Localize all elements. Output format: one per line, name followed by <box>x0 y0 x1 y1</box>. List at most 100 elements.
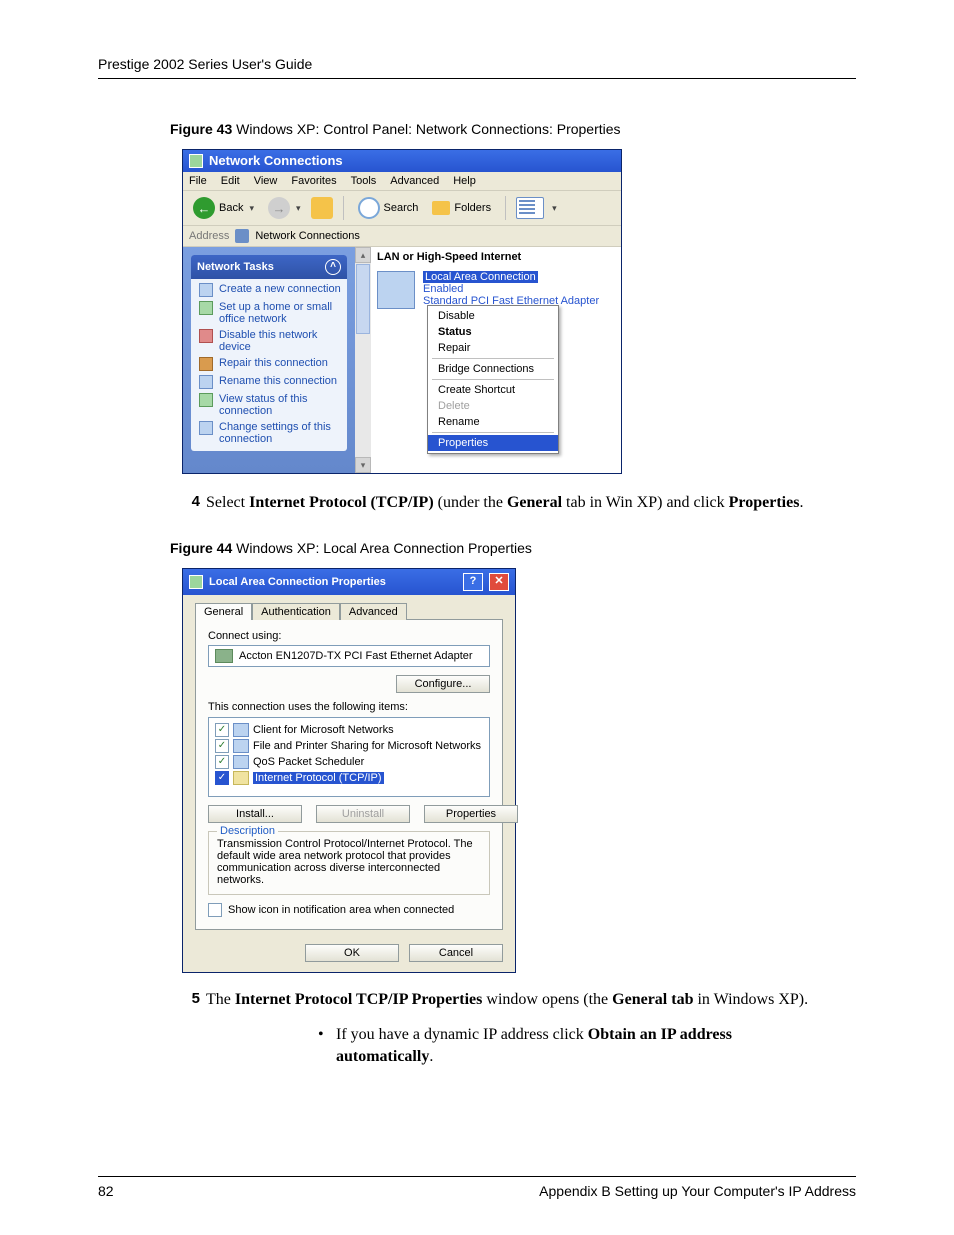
tab-authentication[interactable]: Authentication <box>252 603 340 620</box>
tab-advanced[interactable]: Advanced <box>340 603 407 620</box>
menu-item-shortcut[interactable]: Create Shortcut <box>428 382 558 398</box>
general-tab-panel: Connect using: Accton EN1207D-TX PCI Fas… <box>195 619 503 930</box>
connection-icon <box>189 575 203 589</box>
running-header: Prestige 2002 Series User's Guide <box>98 56 856 79</box>
network-connections-icon <box>189 154 203 168</box>
address-label: Address <box>189 230 229 242</box>
window-titlebar[interactable]: Network Connections <box>183 150 621 172</box>
step-5: 5 The Internet Protocol TCP/IP Propertie… <box>178 989 818 1011</box>
item-label: Client for Microsoft Networks <box>253 724 394 736</box>
checkbox-icon[interactable]: ✓ <box>215 755 229 769</box>
network-tasks-header[interactable]: Network Tasks ˄ <box>191 255 347 279</box>
menu-view[interactable]: View <box>254 175 278 187</box>
task-label: Change settings of this connection <box>219 421 341 445</box>
menu-item-properties[interactable]: Properties <box>428 435 558 451</box>
step-text: Select Internet Protocol (TCP/IP) (under… <box>206 492 803 514</box>
notify-label: Show icon in notification area when conn… <box>228 904 454 916</box>
notify-checkbox[interactable]: ✓ <box>208 903 222 917</box>
uses-items-label: This connection uses the following items… <box>208 701 490 713</box>
tab-strip: General Authentication Advanced <box>195 603 503 620</box>
description-text: Transmission Control Protocol/Internet P… <box>217 838 481 886</box>
properties-button[interactable]: Properties <box>424 805 518 823</box>
address-bar: Address Network Connections <box>183 226 621 247</box>
help-button[interactable]: ? <box>463 573 483 591</box>
context-menu: Disable Status Repair Bridge Connections… <box>427 305 559 454</box>
forward-dropdown-icon[interactable]: ▾ <box>296 203 301 214</box>
menu-edit[interactable]: Edit <box>221 175 240 187</box>
items-listbox[interactable]: ✓ Client for Microsoft Networks ✓ File a… <box>208 717 490 797</box>
menu-item-repair[interactable]: Repair <box>428 340 558 356</box>
views-dropdown-icon[interactable]: ▾ <box>552 203 557 214</box>
page-number: 82 <box>98 1183 114 1199</box>
menubar: File Edit View Favorites Tools Advanced … <box>183 172 621 191</box>
task-disable-device[interactable]: Disable this network device <box>191 325 347 353</box>
scroll-track[interactable] <box>355 335 371 457</box>
step-4: 4 Select Internet Protocol (TCP/IP) (und… <box>178 492 818 514</box>
address-value[interactable]: Network Connections <box>255 230 360 242</box>
item-file-printer-sharing[interactable]: ✓ File and Printer Sharing for Microsoft… <box>213 738 485 754</box>
menu-favorites[interactable]: Favorites <box>291 175 336 187</box>
item-label: File and Printer Sharing for Microsoft N… <box>253 740 481 752</box>
back-button[interactable]: ← Back ▾ <box>189 195 258 221</box>
item-tcpip[interactable]: ✓ Internet Protocol (TCP/IP) <box>213 770 485 786</box>
connection-icon <box>377 271 415 309</box>
checkbox-icon[interactable]: ✓ <box>215 739 229 753</box>
back-icon: ← <box>193 197 215 219</box>
item-qos[interactable]: ✓ QoS Packet Scheduler <box>213 754 485 770</box>
task-label: Create a new connection <box>219 283 341 295</box>
step-number: 5 <box>178 989 206 1011</box>
menu-tools[interactable]: Tools <box>351 175 377 187</box>
close-button[interactable]: ✕ <box>489 573 509 591</box>
checkbox-icon[interactable]: ✓ <box>215 771 229 785</box>
forward-button[interactable]: → ▾ <box>264 195 305 221</box>
scroll-down-icon[interactable]: ▾ <box>355 457 371 473</box>
cancel-button[interactable]: Cancel <box>409 944 503 962</box>
ok-button[interactable]: OK <box>305 944 399 962</box>
menu-item-disable[interactable]: Disable <box>428 308 558 324</box>
menu-advanced[interactable]: Advanced <box>390 175 439 187</box>
lan-group-header: LAN or High-Speed Internet <box>375 251 617 267</box>
menu-file[interactable]: File <box>189 175 207 187</box>
task-label: Rename this connection <box>219 375 337 387</box>
install-button[interactable]: Install... <box>208 805 302 823</box>
views-icon[interactable] <box>516 197 544 219</box>
dialog-title: Local Area Connection Properties <box>209 576 386 588</box>
scroll-up-icon[interactable]: ▴ <box>355 247 371 263</box>
notify-row[interactable]: ✓ Show icon in notification area when co… <box>208 903 490 917</box>
configure-button[interactable]: Configure... <box>396 675 490 693</box>
step-number: 4 <box>178 492 206 514</box>
task-create-connection[interactable]: Create a new connection <box>191 279 347 297</box>
tab-general[interactable]: General <box>195 603 252 620</box>
dialog-titlebar[interactable]: Local Area Connection Properties ? ✕ <box>183 569 515 595</box>
tasks-panel: Network Tasks ˄ Create a new connection … <box>183 247 355 473</box>
back-label: Back <box>219 202 243 214</box>
protocol-icon <box>233 771 249 785</box>
task-rename[interactable]: Rename this connection <box>191 371 347 389</box>
search-button[interactable]: Search <box>354 195 423 221</box>
checkbox-icon[interactable]: ✓ <box>215 723 229 737</box>
collapse-icon[interactable]: ˄ <box>325 259 341 275</box>
menu-item-status[interactable]: Status <box>428 324 558 340</box>
item-client-msnetworks[interactable]: ✓ Client for Microsoft Networks <box>213 722 485 738</box>
task-setup-network[interactable]: Set up a home or small office network <box>191 297 347 325</box>
repair-icon <box>199 357 213 371</box>
scroll-thumb[interactable] <box>356 264 370 334</box>
menu-separator <box>432 432 554 433</box>
up-icon[interactable] <box>311 197 333 219</box>
network-tasks-title: Network Tasks <box>197 261 274 273</box>
menu-item-bridge[interactable]: Bridge Connections <box>428 361 558 377</box>
folders-button[interactable]: Folders <box>428 199 495 217</box>
task-change-settings[interactable]: Change settings of this connection <box>191 417 347 445</box>
adapter-name: Accton EN1207D-TX PCI Fast Ethernet Adap… <box>239 650 473 662</box>
back-dropdown-icon[interactable]: ▾ <box>249 203 254 214</box>
task-view-status[interactable]: View status of this connection <box>191 389 347 417</box>
service-icon <box>233 755 249 769</box>
menu-help[interactable]: Help <box>453 175 476 187</box>
task-repair[interactable]: Repair this connection <box>191 353 347 371</box>
lac-properties-dialog: Local Area Connection Properties ? ✕ Gen… <box>182 568 516 973</box>
figure-43-caption: Figure 43 Windows XP: Control Panel: Net… <box>170 121 856 137</box>
task-label: Set up a home or small office network <box>219 301 341 325</box>
menu-item-rename[interactable]: Rename <box>428 414 558 430</box>
scrollbar[interactable]: ▴ ▾ <box>355 247 371 473</box>
appendix-title: Appendix B Setting up Your Computer's IP… <box>539 1183 856 1199</box>
